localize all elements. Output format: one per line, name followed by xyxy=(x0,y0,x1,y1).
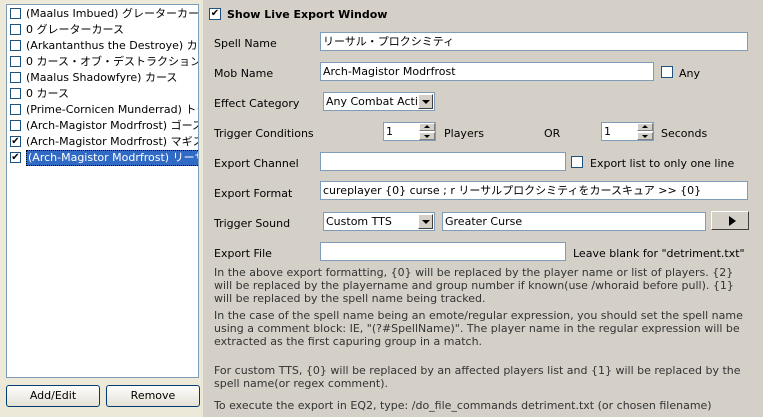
help-text-regex: In the case of the spell name being an e… xyxy=(214,309,743,348)
effect-category-label: Effect Category xyxy=(214,97,300,110)
export-channel-label: Export Channel xyxy=(214,157,299,170)
export-format-input[interactable]: cureplayer {0} curse ; r リーサルプロクシミティをカース… xyxy=(320,181,748,200)
list-item-checkbox[interactable] xyxy=(10,24,21,35)
list-item-checkbox[interactable] xyxy=(10,40,21,51)
list-item-checkbox[interactable]: ✔ xyxy=(10,152,21,163)
play-sound-button[interactable] xyxy=(711,211,749,230)
show-live-export-checkbox[interactable]: ✔ xyxy=(209,8,221,20)
trigger-sound-label: Trigger Sound xyxy=(214,217,291,230)
players-stepper[interactable]: 1 xyxy=(383,122,436,141)
list-item[interactable]: (Maalus Imbued) グレーターカース xyxy=(7,6,198,22)
list-item-checkbox[interactable] xyxy=(10,72,21,83)
help-text-execute: To execute the export in EQ2, type: /do_… xyxy=(214,399,712,412)
export-format-label: Export Format xyxy=(214,187,293,200)
export-one-line-checkbox[interactable] xyxy=(571,156,583,168)
any-checkbox[interactable] xyxy=(661,66,673,78)
list-item-selected[interactable]: ✔ (Arch-Magistor Modrfrost) リーサル xyxy=(7,150,198,166)
list-item-checkbox[interactable]: ✔ xyxy=(10,136,21,147)
stepper-up-icon[interactable] xyxy=(637,123,653,131)
list-item[interactable]: 0 カース・オブ・デストラクション xyxy=(7,54,198,70)
export-file-hint: Leave blank for "detriment.txt" xyxy=(573,247,745,260)
export-one-line-label: Export list to only one line xyxy=(590,157,735,170)
list-item-checkbox[interactable] xyxy=(10,88,21,99)
stepper-down-icon[interactable] xyxy=(637,132,653,140)
seconds-label: Seconds xyxy=(661,127,708,140)
or-label: OR xyxy=(544,127,561,140)
spell-list[interactable]: (Maalus Imbued) グレーターカース 0 グレーターカース (Ark… xyxy=(6,4,199,378)
tts-text-input[interactable]: Greater Curse xyxy=(442,212,706,231)
stepper-up-icon[interactable] xyxy=(419,123,435,131)
trigger-conditions-label: Trigger Conditions xyxy=(214,127,314,140)
stepper-down-icon[interactable] xyxy=(419,132,435,140)
list-item[interactable]: (Maalus Shadowfyre) カース xyxy=(7,70,198,86)
export-file-input[interactable] xyxy=(320,242,566,261)
list-item[interactable]: (Arkantanthus the Destroye) カース・オブ・デストラク… xyxy=(7,38,198,54)
spell-name-label: Spell Name xyxy=(214,37,277,50)
list-item[interactable]: ✔ (Arch-Magistor Modrfrost) マギスタ xyxy=(7,134,198,150)
help-text-format: In the above export formatting, {0} will… xyxy=(214,266,734,305)
help-text-tts: For custom TTS, {0} will be replaced by … xyxy=(214,364,741,390)
chevron-down-icon[interactable] xyxy=(418,214,433,229)
remove-button[interactable]: Remove xyxy=(106,385,200,407)
list-item[interactable]: 0 グレーターカース xyxy=(7,22,198,38)
chevron-down-icon[interactable] xyxy=(418,94,433,109)
show-live-export-label: Show Live Export Window xyxy=(227,8,388,21)
list-item-checkbox[interactable] xyxy=(10,8,21,19)
seconds-stepper[interactable]: 1 xyxy=(601,122,654,141)
trigger-sound-select[interactable]: Custom TTS xyxy=(323,212,435,231)
list-item-checkbox[interactable] xyxy=(10,56,21,67)
effect-category-select[interactable]: Any Combat Actic xyxy=(323,92,435,111)
list-item[interactable]: 0 カース xyxy=(7,86,198,102)
mob-name-label: Mob Name xyxy=(214,67,274,80)
list-item-checkbox[interactable] xyxy=(10,104,21,115)
any-label: Any xyxy=(679,67,701,80)
spell-name-input[interactable]: リーサル・プロクシミティ xyxy=(320,32,748,51)
add-edit-button[interactable]: Add/Edit xyxy=(6,385,100,407)
list-item-checkbox[interactable] xyxy=(10,120,21,131)
list-item[interactable]: (Arch-Magistor Modrfrost) ゴースト xyxy=(7,118,198,134)
mob-name-input[interactable]: Arch-Magistor Modrfrost xyxy=(320,62,654,81)
export-channel-input[interactable] xyxy=(320,152,566,171)
players-label: Players xyxy=(444,127,484,140)
export-file-label: Export File xyxy=(214,247,272,260)
spell-settings-panel: ✔ Show Live Export Window Spell Name リーサ… xyxy=(203,0,763,417)
list-item[interactable]: (Prime-Cornicen Munderrad) トクシ xyxy=(7,102,198,118)
